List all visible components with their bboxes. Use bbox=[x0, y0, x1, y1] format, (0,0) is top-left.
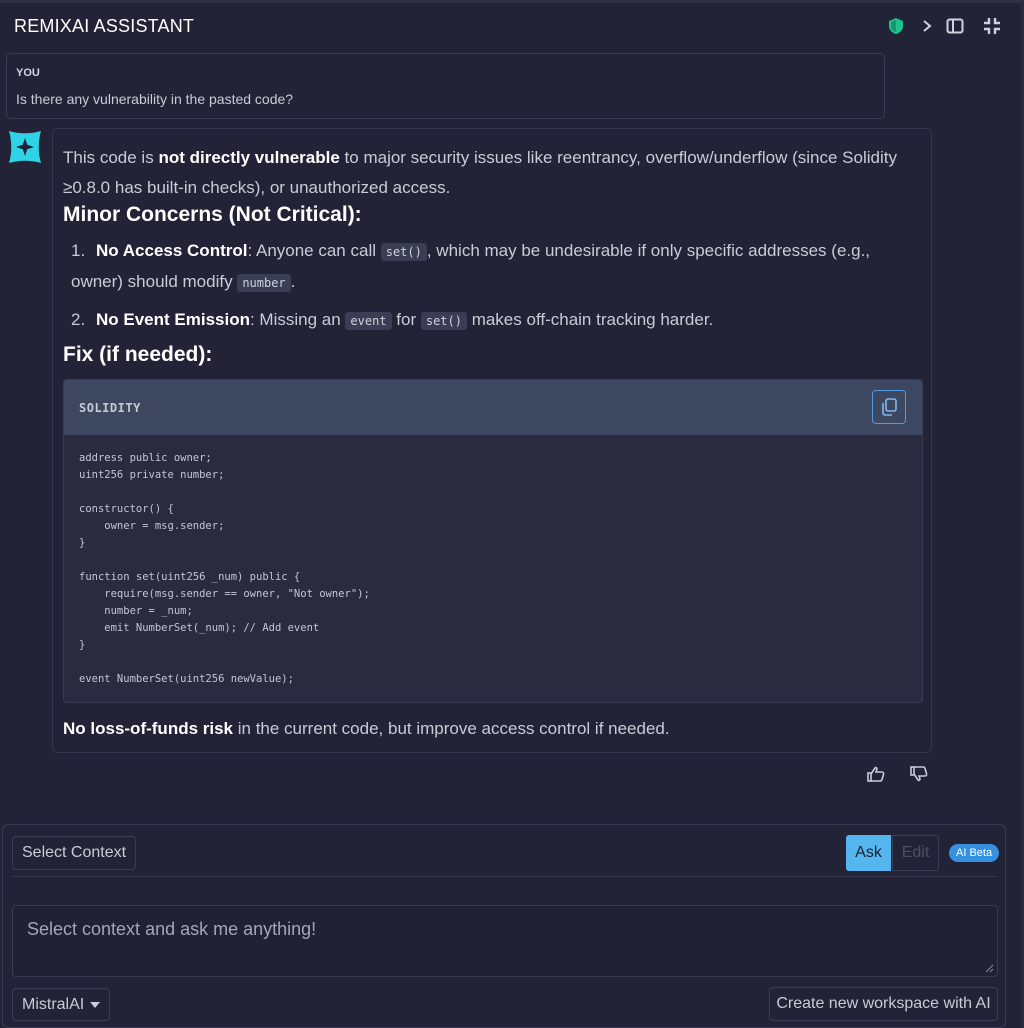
user-label: YOU bbox=[16, 67, 40, 79]
model-select[interactable]: MistralAI bbox=[12, 988, 111, 1021]
resize-handle-icon[interactable] bbox=[985, 964, 994, 973]
minimize-icon[interactable] bbox=[982, 16, 1002, 36]
composer-divider bbox=[12, 876, 997, 877]
code-block-header: SOLIDITY bbox=[64, 380, 922, 435]
response-closing: No loss-of-funds risk in the current cod… bbox=[63, 719, 670, 738]
model-select-label: MistralAI bbox=[22, 995, 85, 1013]
list-item: 1. No Access Control: Anyone can call set… bbox=[71, 241, 871, 292]
prompt-input[interactable]: Select context and ask me anything! bbox=[12, 905, 998, 977]
user-message-text: Is there any vulnerability in the pasted… bbox=[16, 91, 294, 107]
ask-mode-button[interactable]: Ask bbox=[846, 835, 891, 871]
remixai-logo-icon bbox=[6, 128, 44, 166]
create-workspace-button[interactable]: Create new workspace with AI bbox=[769, 987, 998, 1021]
shield-icon[interactable] bbox=[886, 16, 906, 36]
prompt-placeholder: Select context and ask me anything! bbox=[27, 919, 317, 939]
thumbs-up-icon[interactable] bbox=[865, 763, 887, 785]
caret-down-icon bbox=[90, 1001, 101, 1008]
list-item: 2. No Event Emission: Missing an event fo… bbox=[71, 310, 714, 330]
heading-fix: Fix (if needed): bbox=[63, 343, 213, 366]
heading-minor-concerns: Minor Concerns (Not Critical): bbox=[63, 203, 362, 226]
code-language-label: SOLIDITY bbox=[79, 401, 141, 415]
thumbs-down-icon[interactable] bbox=[908, 763, 930, 785]
ai-beta-badge: AI Beta bbox=[949, 844, 1000, 862]
code-block: SOLIDITY address public owner; uint256 p… bbox=[63, 379, 923, 703]
select-context-button[interactable]: Select Context bbox=[12, 836, 137, 870]
assistant-response: This code is not directly vulnerable to … bbox=[52, 128, 932, 753]
chevron-right-icon[interactable] bbox=[917, 16, 937, 36]
assistant-header: REMIXAI ASSISTANT bbox=[0, 6, 1010, 46]
edit-mode-button[interactable]: Edit bbox=[892, 835, 939, 871]
user-message: YOU Is there any vulnerability in the pa… bbox=[6, 53, 885, 119]
copy-icon bbox=[882, 398, 897, 416]
copy-button[interactable] bbox=[872, 390, 906, 424]
top-border bbox=[0, 0, 1024, 3]
panel-icon[interactable] bbox=[945, 16, 965, 36]
response-intro: This code is not directly vulnerable to … bbox=[63, 148, 897, 197]
composer-panel: Select Context Ask Edit AI Beta Select c… bbox=[2, 824, 1006, 1028]
page-title: REMIXAI ASSISTANT bbox=[14, 16, 195, 36]
code-content: address public owner; uint256 private nu… bbox=[79, 452, 370, 685]
